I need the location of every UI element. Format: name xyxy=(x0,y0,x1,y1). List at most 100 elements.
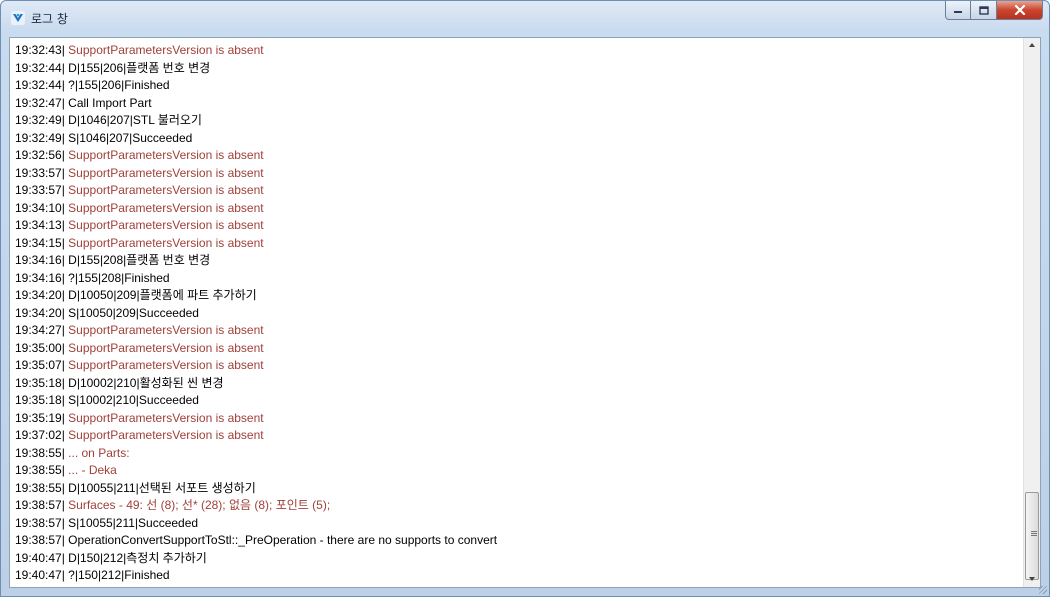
log-warning-message: Surfaces - 49: 선 (8); 선* (28); 없음 (8); 포… xyxy=(68,498,331,512)
log-line: 19:32:49| D|1046|207|STL 불러오기 xyxy=(15,112,1022,130)
log-window: 로그 창 19:32:43| SupportParametersVersion … xyxy=(0,0,1050,597)
log-timestamp: 19:34:27| xyxy=(15,323,69,337)
log-warning-message: ... on Parts: xyxy=(68,445,130,460)
log-timestamp: 19:38:57| xyxy=(15,515,69,530)
log-timestamp: 19:34:20| xyxy=(15,288,69,302)
log-message: D|1046|207|STL 불러오기 xyxy=(68,113,202,127)
log-timestamp: 19:35:07| xyxy=(15,358,69,372)
log-message: S|1046|207|Succeeded xyxy=(68,130,193,145)
log-warning-message: SupportParametersVersion is absent xyxy=(68,410,264,425)
log-line: 19:34:16| D|155|208|플랫폼 번호 변경 xyxy=(15,252,1022,270)
log-line: 19:32:44| ?|155|206|Finished xyxy=(15,77,1022,95)
log-timestamp: 19:32:43| xyxy=(15,43,69,57)
log-message: S|10002|210|Succeeded xyxy=(68,393,199,407)
log-line: 19:38:55| ... on Parts: xyxy=(15,445,1022,463)
window-title: 로그 창 xyxy=(31,12,68,26)
scroll-down-arrow-icon[interactable] xyxy=(1029,577,1035,581)
log-timestamp: 19:35:19| xyxy=(15,410,69,425)
log-warning-message: SupportParametersVersion is absent xyxy=(68,235,264,250)
log-line: 19:35:18| D|10002|210|활성화된 씬 변경 xyxy=(15,375,1022,393)
grip-icon xyxy=(1031,531,1037,532)
log-timestamp: 19:35:18| xyxy=(15,375,69,390)
log-message: ?|155|206|Finished xyxy=(68,78,170,92)
log-line: 19:34:27| SupportParametersVersion is ab… xyxy=(15,322,1022,340)
log-timestamp: 19:40:47| xyxy=(15,568,69,582)
log-message: OperationConvertSupportToStl::_PreOperat… xyxy=(68,533,498,547)
log-timestamp: 19:32:56| xyxy=(15,148,69,162)
log-warning-message: SupportParametersVersion is absent xyxy=(68,358,264,372)
log-message: D|155|208|플랫폼 번호 변경 xyxy=(68,253,211,267)
log-message: ?|150|212|Finished xyxy=(68,568,170,582)
close-button[interactable] xyxy=(997,1,1043,20)
log-message: D|155|206|플랫폼 번호 변경 xyxy=(68,60,211,75)
scrollbar-thumb[interactable] xyxy=(1025,492,1039,580)
log-timestamp: 19:34:16| xyxy=(15,270,69,285)
log-line: 19:38:57| OperationConvertSupportToStl::… xyxy=(15,532,1022,550)
log-timestamp: 19:38:57| xyxy=(15,498,69,512)
log-timestamp: 19:34:20| xyxy=(15,305,69,320)
log-line: 19:32:47| Call Import Part xyxy=(15,95,1022,113)
log-message: S|10055|211|Succeeded xyxy=(68,515,199,530)
log-timestamp: 19:35:00| xyxy=(15,340,69,355)
log-line: 19:40:47| ?|150|212|Finished xyxy=(15,567,1022,585)
resize-grip-icon[interactable] xyxy=(1039,586,1047,594)
log-warning-message: SupportParametersVersion is absent xyxy=(68,323,264,337)
log-message: S|10050|209|Succeeded xyxy=(68,305,199,320)
log-timestamp: 19:33:57| xyxy=(15,165,69,180)
log-line: 19:34:13| SupportParametersVersion is ab… xyxy=(15,217,1022,235)
log-warning-message: SupportParametersVersion is absent xyxy=(68,218,264,232)
maximize-icon xyxy=(978,5,989,15)
log-message: ?|155|208|Finished xyxy=(68,270,170,285)
log-line: 19:32:49| S|1046|207|Succeeded xyxy=(15,130,1022,148)
title-bar[interactable]: 로그 창 xyxy=(1,1,1049,37)
vertical-scrollbar[interactable] xyxy=(1023,38,1040,587)
log-message: Call Import Part xyxy=(68,95,152,110)
log-timestamp: 19:38:55| xyxy=(15,463,69,477)
minimize-icon xyxy=(954,11,962,13)
log-warning-message: SupportParametersVersion is absent xyxy=(68,183,264,197)
log-warning-message: SupportParametersVersion is absent xyxy=(68,340,264,355)
log-timestamp: 19:34:15| xyxy=(15,235,69,250)
log-text-area[interactable]: 19:32:43| SupportParametersVersion is ab… xyxy=(15,42,1022,587)
log-line: 19:35:19| SupportParametersVersion is ab… xyxy=(15,410,1022,428)
log-line: 19:38:55| ... - Deka xyxy=(15,462,1022,480)
log-message: D|10055|211|선택된 서포트 생성하기 xyxy=(68,480,256,495)
log-timestamp: 19:34:13| xyxy=(15,218,69,232)
log-panel: 19:32:43| SupportParametersVersion is ab… xyxy=(9,37,1041,588)
log-timestamp: 19:34:16| xyxy=(15,253,69,267)
minimize-button[interactable] xyxy=(945,1,971,20)
log-line: 19:35:00| SupportParametersVersion is ab… xyxy=(15,340,1022,358)
log-warning-message: ... - Deka xyxy=(68,463,117,477)
log-timestamp: 19:34:10| xyxy=(15,200,69,215)
log-timestamp: 19:32:49| xyxy=(15,130,69,145)
log-warning-message: SupportParametersVersion is absent xyxy=(68,200,264,215)
log-timestamp: 19:33:57| xyxy=(15,183,69,197)
log-line: 19:40:47| D|150|212|측정치 추가하기 xyxy=(15,550,1022,568)
log-warning-message: SupportParametersVersion is absent xyxy=(68,43,264,57)
log-timestamp: 19:35:18| xyxy=(15,393,69,407)
log-timestamp: 19:37:02| xyxy=(15,428,69,442)
log-message: D|150|212|측정치 추가하기 xyxy=(68,550,207,565)
log-line: 19:38:55| D|10055|211|선택된 서포트 생성하기 xyxy=(15,480,1022,498)
log-timestamp: 19:38:55| xyxy=(15,480,69,495)
log-line: 19:34:16| ?|155|208|Finished xyxy=(15,270,1022,288)
log-line: 19:33:57| SupportParametersVersion is ab… xyxy=(15,182,1022,200)
log-timestamp: 19:32:49| xyxy=(15,113,69,127)
log-message: D|10050|209|플랫폼에 파트 추가하기 xyxy=(68,288,257,302)
log-timestamp: 19:38:55| xyxy=(15,445,69,460)
log-timestamp: 19:40:47| xyxy=(15,550,69,565)
maximize-button[interactable] xyxy=(971,1,997,20)
log-line: 19:34:10| SupportParametersVersion is ab… xyxy=(15,200,1022,218)
scroll-up-arrow-icon[interactable] xyxy=(1029,43,1035,47)
log-line: 19:34:20| S|10050|209|Succeeded xyxy=(15,305,1022,323)
log-warning-message: SupportParametersVersion is absent xyxy=(68,165,264,180)
app-logo-icon xyxy=(11,11,25,25)
log-line: 19:37:02| SupportParametersVersion is ab… xyxy=(15,427,1022,445)
log-line: 19:34:20| D|10050|209|플랫폼에 파트 추가하기 xyxy=(15,287,1022,305)
log-line: 19:34:15| SupportParametersVersion is ab… xyxy=(15,235,1022,253)
log-line: 19:32:44| D|155|206|플랫폼 번호 변경 xyxy=(15,60,1022,78)
log-timestamp: 19:32:47| xyxy=(15,95,69,110)
close-icon xyxy=(1014,5,1025,15)
log-timestamp: 19:32:44| xyxy=(15,60,69,75)
log-line: 19:32:43| SupportParametersVersion is ab… xyxy=(15,42,1022,60)
